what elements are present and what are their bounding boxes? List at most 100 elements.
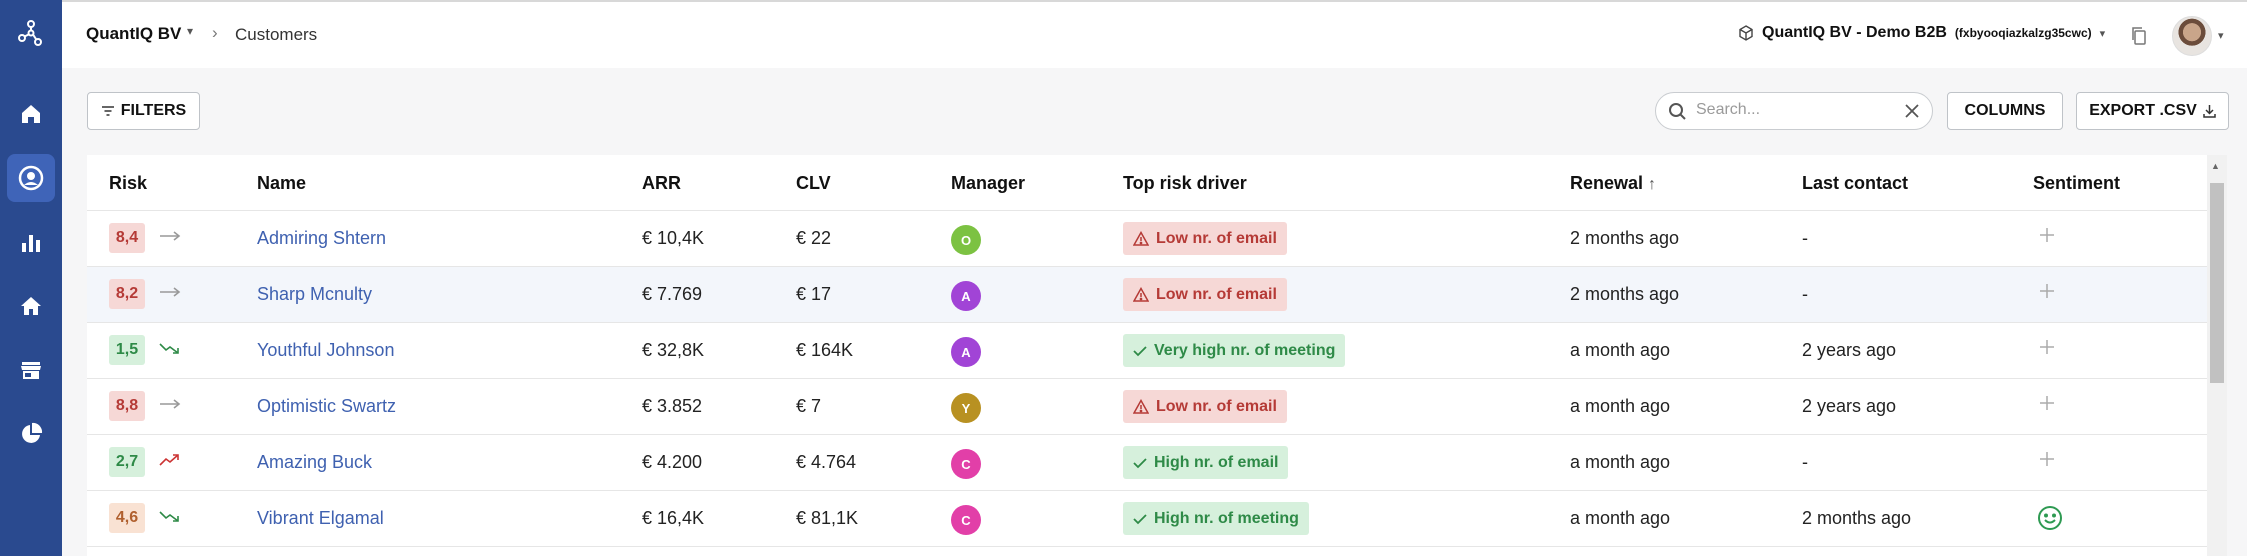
column-header-last-contact[interactable]: Last contact xyxy=(1802,173,1908,194)
download-icon xyxy=(2203,105,2216,118)
nav-analytics[interactable] xyxy=(7,218,55,266)
export-label: EXPORT .CSV xyxy=(2089,102,2197,119)
user-circle-icon xyxy=(18,165,44,191)
home-icon xyxy=(22,105,40,123)
customer-name-link[interactable]: Optimistic Swartz xyxy=(257,396,396,417)
risk-driver-badge: Low nr. of email xyxy=(1123,222,1287,255)
pie-chart-icon xyxy=(22,422,43,443)
search-icon xyxy=(1669,103,1686,120)
copy-icon[interactable] xyxy=(2130,26,2148,46)
add-sentiment-icon[interactable] xyxy=(2037,225,2057,245)
clv-value: € 4.764 xyxy=(796,452,857,472)
add-sentiment-icon[interactable] xyxy=(2037,393,2057,413)
clv-value: € 81,1K xyxy=(796,508,859,528)
avatar[interactable] xyxy=(2172,16,2212,56)
column-header-risk[interactable]: Risk xyxy=(109,173,147,194)
column-header-arr[interactable]: ARR xyxy=(642,173,681,194)
manager-avatar[interactable]: C xyxy=(951,505,981,535)
manager-avatar[interactable]: C xyxy=(951,449,981,479)
column-header-clv[interactable]: CLV xyxy=(796,173,831,194)
nav-home[interactable] xyxy=(7,90,55,138)
scroll-up-icon[interactable]: ▲ xyxy=(2211,161,2220,171)
check-icon xyxy=(1133,457,1147,468)
manager-avatar[interactable]: A xyxy=(951,281,981,311)
sentiment-cell[interactable] xyxy=(2037,505,2063,536)
arr-value: € 7.769 xyxy=(642,284,703,304)
trend-down-icon xyxy=(159,509,181,528)
risk-driver-label: Low nr. of email xyxy=(1156,397,1277,415)
last-contact-value: 2 months ago xyxy=(1802,508,1912,528)
export-csv-button[interactable]: EXPORT .CSV xyxy=(2076,92,2229,130)
manager-avatar[interactable]: Y xyxy=(951,393,981,423)
vertical-scrollbar[interactable]: ▲ xyxy=(2207,155,2227,556)
risk-score-badge: 8,8 xyxy=(109,391,145,421)
bar-chart-icon xyxy=(22,235,40,252)
renewal-value: a month ago xyxy=(1570,340,1671,360)
manager-avatar[interactable]: A xyxy=(951,337,981,367)
table-row[interactable]: 8,2 Sharp Mcnulty € 7.769 € 17 A Low nr. of e… xyxy=(87,267,2207,323)
customer-name-link[interactable]: Admiring Shtern xyxy=(257,228,386,249)
sort-ascending-icon: ↑ xyxy=(1648,176,1657,193)
column-header-top-risk-driver[interactable]: Top risk driver xyxy=(1123,173,1247,194)
risk-score-badge: 2,7 xyxy=(109,447,145,477)
network-logo-icon[interactable] xyxy=(13,15,49,51)
renewal-value: a month ago xyxy=(1570,452,1671,472)
add-sentiment-icon[interactable] xyxy=(2037,337,2057,357)
table-row[interactable]: 2,7 Amazing Buck € 4.200 € 4.764 C High nr. o… xyxy=(87,435,2207,491)
store-icon xyxy=(21,362,41,379)
close-icon[interactable] xyxy=(1904,103,1920,119)
trend-flat-icon xyxy=(159,229,181,248)
columns-button[interactable]: COLUMNS xyxy=(1947,92,2063,130)
customer-name-link[interactable]: Youthful Johnson xyxy=(257,340,394,361)
clv-value: € 164K xyxy=(796,340,854,360)
renewal-value: a month ago xyxy=(1570,396,1671,416)
nav-reports[interactable] xyxy=(7,410,55,458)
sentiment-cell[interactable] xyxy=(2037,393,2057,418)
sentiment-cell[interactable] xyxy=(2037,449,2057,474)
smile-icon[interactable] xyxy=(2037,505,2063,531)
scrollbar-thumb[interactable] xyxy=(2210,183,2224,383)
customers-table: Risk Name ARR CLV Manager Top risk drive… xyxy=(87,155,2207,556)
sentiment-cell[interactable] xyxy=(2037,337,2057,362)
column-header-name[interactable]: Name xyxy=(257,173,306,194)
warning-icon xyxy=(1133,399,1149,414)
column-header-sentiment[interactable]: Sentiment xyxy=(2033,173,2120,194)
risk-driver-badge: Low nr. of email xyxy=(1123,390,1287,423)
chevron-down-icon[interactable]: ▾ xyxy=(2218,29,2224,42)
customer-name-link[interactable]: Vibrant Elgamal xyxy=(257,508,384,529)
manager-avatar[interactable]: O xyxy=(951,225,981,255)
add-sentiment-icon[interactable] xyxy=(2037,449,2057,469)
nav-store[interactable] xyxy=(7,346,55,394)
customer-name-link[interactable]: Sharp Mcnulty xyxy=(257,284,372,305)
clv-value: € 22 xyxy=(796,228,832,248)
top-bar: QuantIQ BV ▾ › Customers QuantIQ BV - De… xyxy=(62,0,2247,68)
column-header-renewal[interactable]: Renewal ↑ xyxy=(1570,173,1656,194)
cube-icon xyxy=(1739,25,1753,41)
search-box[interactable] xyxy=(1655,92,1933,130)
table-row[interactable]: 4,6 Vibrant Elgamal € 16,4K € 81,1K C High nr… xyxy=(87,491,2207,547)
table-row[interactable]: 8,4 Admiring Shtern € 10,4K € 22 O Low nr. of… xyxy=(87,211,2207,267)
risk-driver-label: Low nr. of email xyxy=(1156,229,1277,247)
filters-label: FILTERS xyxy=(120,102,187,119)
breadcrumb-page: Customers xyxy=(235,25,318,44)
chevron-down-icon[interactable]: ▾ xyxy=(187,24,193,38)
customer-name-link[interactable]: Amazing Buck xyxy=(257,452,372,473)
table-row[interactable]: 1,5 Youthful Johnson € 32,8K € 164K A Very hi… xyxy=(87,323,2207,379)
arr-value: € 3.852 xyxy=(642,396,703,416)
breadcrumb-org[interactable]: QuantIQ BV xyxy=(86,24,181,44)
sentiment-cell[interactable] xyxy=(2037,281,2057,306)
trend-flat-icon xyxy=(159,285,181,304)
risk-driver-label: Low nr. of email xyxy=(1156,285,1277,303)
sentiment-cell[interactable] xyxy=(2037,225,2057,250)
add-sentiment-icon[interactable] xyxy=(2037,281,2057,301)
filters-button[interactable]: FILTERS xyxy=(87,92,200,130)
nav-customers[interactable] xyxy=(7,154,55,202)
tenant-id: (fxbyooqiazkalzg35cwc) xyxy=(1954,26,2092,40)
warning-icon xyxy=(1133,287,1149,302)
column-header-manager[interactable]: Manager xyxy=(951,173,1025,194)
table-row[interactable]: 8,8 Optimistic Swartz € 3.852 € 7 Y Low nr. o… xyxy=(87,379,2207,435)
nav-accounts[interactable] xyxy=(7,282,55,330)
tenant-selector[interactable]: QuantIQ BV - Demo B2B (fxbyooqiazkalzg35… xyxy=(1738,24,2105,42)
risk-score-badge: 8,4 xyxy=(109,223,145,253)
search-input[interactable] xyxy=(1696,101,1886,119)
